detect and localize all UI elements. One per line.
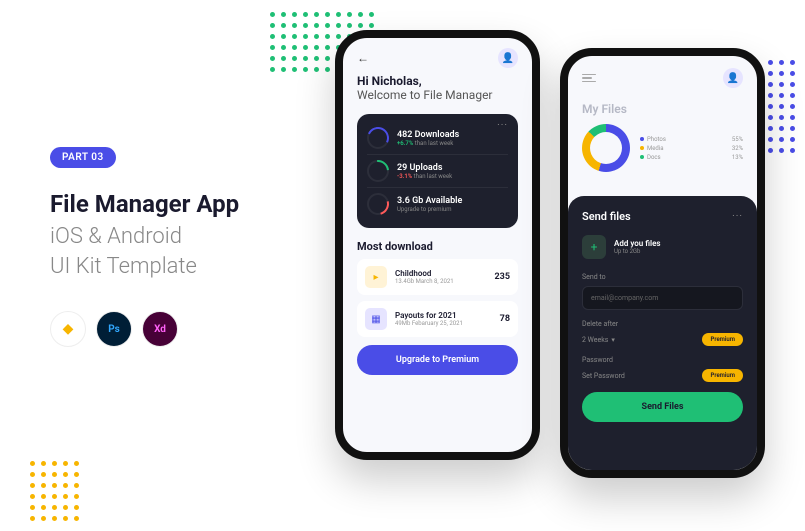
file-count: 78	[500, 314, 510, 324]
part-badge: PART 03	[50, 147, 116, 168]
avatar-button[interactable]: 👤	[723, 68, 743, 88]
storage-count: 3.6 Gb Available	[397, 196, 462, 206]
upgrade-premium-button[interactable]: Upgrade to Premium	[357, 345, 518, 375]
stat-uploads[interactable]: 29 Uploads -3.1% than last week	[367, 155, 508, 188]
decoration-dots-yellow	[30, 461, 79, 521]
document-icon: ▦	[365, 308, 387, 330]
password-input[interactable]: Set Password	[582, 372, 625, 380]
tool-icons: ◆ Ps Xd	[50, 311, 239, 347]
premium-badge: Premium	[702, 333, 743, 346]
file-name: Payouts for 2021	[395, 311, 492, 320]
file-meta: 13.4Gb March 8, 2021	[395, 278, 487, 285]
promo-block: PART 03 File Manager App iOS & Android U…	[50, 145, 239, 347]
promo-title: File Manager App	[50, 188, 239, 222]
stat-storage[interactable]: 3.6 Gb Available Upgrade to premium	[367, 188, 508, 220]
photoshop-icon: Ps	[96, 311, 132, 347]
promo-subtitle-2: UI Kit Template	[50, 252, 239, 283]
chevron-down-icon: ▾	[611, 336, 615, 344]
sketch-icon: ◆	[50, 311, 86, 347]
delete-after-label: Delete after	[582, 320, 743, 328]
uploads-count: 29 Uploads	[397, 163, 452, 173]
file-item-payouts[interactable]: ▦ Payouts for 2021 49Mb Febaruary 25, 20…	[357, 301, 518, 337]
avatar-button[interactable]: 👤	[498, 48, 518, 68]
uploads-ring-icon	[367, 160, 389, 182]
premium-badge: Premium	[702, 369, 743, 382]
greeting-name: Hi Nicholas,	[357, 74, 518, 88]
file-meta: 49Mb Febaruary 25, 2021	[395, 320, 492, 327]
xd-icon: Xd	[142, 311, 178, 347]
email-input[interactable]: email@company.com	[582, 286, 743, 310]
delete-after-select[interactable]: 2 Weeks ▾	[582, 336, 615, 344]
phone-mockup-2: 👤 My Files Photos55% Media32% Docs13% Se…	[560, 48, 765, 478]
send-files-button[interactable]: Send Files	[582, 392, 743, 422]
chart-legend: Photos55% Media32% Docs13%	[640, 135, 743, 162]
stats-more-button[interactable]: ···	[497, 120, 508, 131]
file-count: 235	[495, 272, 511, 282]
stats-card: ··· 482 Downloads +6.7% than last week 2…	[357, 114, 518, 228]
file-name: Childhood	[395, 269, 487, 278]
back-button[interactable]: ←	[357, 50, 373, 66]
file-item-childhood[interactable]: ▸ Childhood 13.4Gb March 8, 2021 235	[357, 259, 518, 295]
stat-downloads[interactable]: 482 Downloads +6.7% than last week	[367, 122, 508, 155]
greeting-subtitle: Welcome to File Manager	[357, 88, 518, 102]
phone-mockup-1: ← 👤 Hi Nicholas, Welcome to File Manager…	[335, 30, 540, 460]
storage-donut-chart	[582, 124, 630, 172]
add-files-row[interactable]: + Add you files Up to 2Gb	[582, 235, 743, 259]
menu-button[interactable]	[582, 74, 596, 83]
add-file-button[interactable]: +	[582, 235, 606, 259]
send-to-label: Send to	[582, 273, 743, 281]
sheet-more-button[interactable]: ···	[732, 211, 743, 222]
promo-subtitle-1: iOS & Android	[50, 222, 239, 253]
add-files-title: Add you files	[614, 239, 661, 248]
add-files-subtitle: Up to 2Gb	[614, 248, 661, 255]
decoration-dots-blue	[768, 60, 795, 153]
send-files-sheet: Send files ··· + Add you files Up to 2Gb…	[568, 196, 757, 470]
video-folder-icon: ▸	[365, 266, 387, 288]
storage-ring-icon	[367, 193, 389, 215]
downloads-count: 482 Downloads	[397, 130, 459, 140]
my-files-title: My Files	[568, 100, 757, 124]
section-most-download: Most download	[343, 238, 532, 259]
downloads-ring-icon	[367, 127, 389, 149]
sheet-title: Send files	[582, 210, 631, 223]
password-label: Password	[582, 356, 743, 364]
